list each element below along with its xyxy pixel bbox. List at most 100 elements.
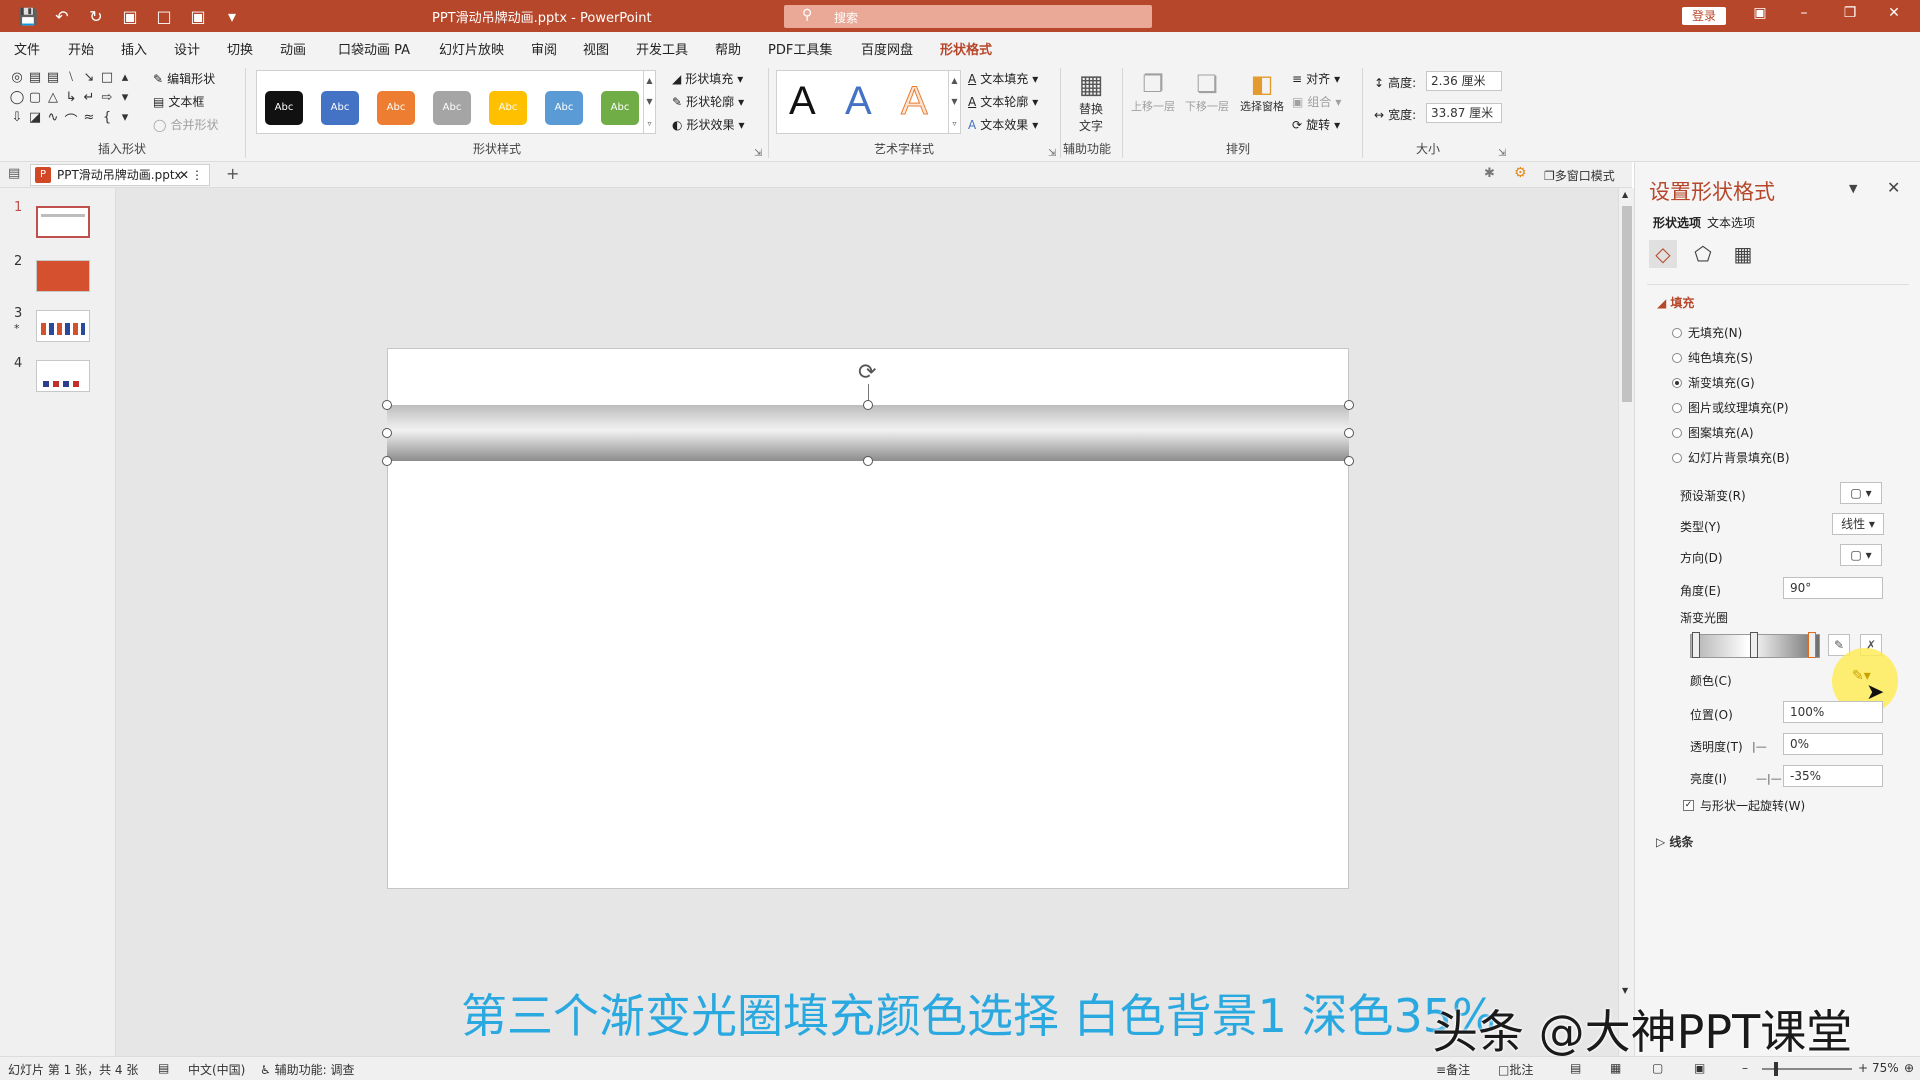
freeform-shape-icon[interactable]: ≈ <box>80 110 98 130</box>
wordart-style-orange[interactable]: A <box>901 79 929 124</box>
new-file-icon[interactable]: □ <box>154 6 174 26</box>
gallery-more-icon[interactable]: ▿ <box>952 119 956 128</box>
wordart-style-black[interactable]: A <box>789 79 816 124</box>
angle-input[interactable]: 90° <box>1783 577 1883 599</box>
alt-text-button[interactable]: ▦ 替换 文字 <box>1072 70 1110 134</box>
slide-thumbnail-4[interactable] <box>36 360 90 392</box>
notes-button[interactable]: ≡备注 <box>1436 1061 1470 1078</box>
checkbox-checked-icon[interactable]: ✓ <box>1683 800 1694 811</box>
tab-design[interactable]: 设计 <box>174 39 200 58</box>
scroll-down-icon[interactable]: ▼ <box>646 97 652 106</box>
radio-button[interactable] <box>1672 327 1682 338</box>
gradient-stop-2[interactable] <box>1750 632 1758 658</box>
pane-options-icon[interactable]: ▼ <box>1849 182 1857 195</box>
text-effects-button[interactable]: A 文本效果 ▾ <box>968 116 1038 133</box>
effects-pentagon-icon[interactable]: ⬠ <box>1689 240 1717 268</box>
textbox-shape-icon[interactable]: ▤ <box>26 70 44 90</box>
send-backward-button[interactable]: ❏ 下移一层 <box>1182 70 1232 114</box>
zoom-level[interactable]: 75% <box>1872 1061 1899 1075</box>
down-arrow-shape-icon[interactable]: ⇩ <box>8 110 26 130</box>
style-swatch-7[interactable]: Abc <box>601 91 639 125</box>
settings-gear-icon[interactable]: ⚙ <box>1514 165 1527 181</box>
radio-background-fill[interactable]: 幻灯片背景填充(B) <box>1672 449 1790 466</box>
shape-effects-button[interactable]: ◐ 形状效果 ▾ <box>672 116 745 133</box>
new-tab-icon[interactable]: + <box>226 164 239 183</box>
shape-fill-button[interactable]: ◢ 形状填充 ▾ <box>672 70 743 87</box>
rectangle-shape-icon[interactable]: □ <box>98 70 116 90</box>
tab-view[interactable]: 视图 <box>583 39 609 58</box>
slide-thumbnail-1[interactable] <box>36 206 90 238</box>
close-icon[interactable]: ✕ <box>1884 5 1904 21</box>
close-tab-icon[interactable]: ✕ <box>179 165 189 185</box>
document-tab[interactable]: P PPT滑动吊牌动画.pptx ✕ ⋮ <box>30 164 210 186</box>
rotate-handle-icon[interactable]: ⟳ <box>858 360 876 385</box>
tab-transitions[interactable]: 切换 <box>227 39 253 58</box>
normal-view-icon[interactable]: ▤ <box>1570 1061 1581 1075</box>
tab-text-options[interactable]: 文本选项 <box>1707 214 1755 231</box>
undo-icon[interactable]: ↶ <box>52 6 72 26</box>
resize-handle-top[interactable] <box>863 400 873 410</box>
style-swatch-1[interactable]: Abc <box>265 91 303 125</box>
wordart-style-blue[interactable]: A <box>845 79 872 124</box>
radio-button-selected[interactable] <box>1672 377 1682 388</box>
shape-scroll-up-icon[interactable]: ▴ <box>116 70 134 90</box>
tab-menu-icon[interactable]: ⋮ <box>191 165 203 185</box>
arc-shape-icon[interactable]: ⌒ <box>62 110 80 130</box>
resize-handle-bottom[interactable] <box>863 456 873 466</box>
align-button[interactable]: ≡ 对齐 ▾ <box>1292 70 1340 87</box>
text-box-button[interactable]: ▤ 文本框 <box>153 93 204 110</box>
language-indicator[interactable]: 中文(中国) <box>188 1061 245 1078</box>
vertical-text-shape-icon[interactable]: ▤ <box>44 70 62 90</box>
tab-slideshow[interactable]: 幻灯片放映 <box>439 39 504 58</box>
redo-icon[interactable]: ↻ <box>86 6 106 26</box>
tab-shape-format[interactable]: 形状格式 <box>940 39 993 64</box>
ellipse-shape-icon[interactable]: ◯ <box>8 90 26 110</box>
oval-shape-icon[interactable]: ◎ <box>8 70 26 90</box>
line-shape-icon[interactable]: ⧵ <box>62 70 80 90</box>
transparency-slider[interactable]: |— <box>1752 740 1767 753</box>
radio-gradient-fill[interactable]: 渐变填充(G) <box>1672 374 1755 391</box>
vertical-scrollbar[interactable]: ▲ ▼ <box>1618 188 1634 1056</box>
resize-handle-bottom-left[interactable] <box>382 456 392 466</box>
present-icon[interactable]: ▣ <box>120 6 140 26</box>
radio-button[interactable] <box>1672 402 1682 413</box>
position-input[interactable]: 100% <box>1783 701 1883 723</box>
resize-handle-top-left[interactable] <box>382 400 392 410</box>
zoom-slider-thumb[interactable] <box>1774 1062 1778 1076</box>
style-gallery-scroll[interactable]: ▲ ▼ ▿ <box>643 70 655 134</box>
fill-section-header[interactable]: ◢ 填充 <box>1657 294 1694 311</box>
multi-window-mode-button[interactable]: ❐多窗口模式 <box>1544 167 1615 184</box>
text-outline-button[interactable]: A 文本轮廓 ▾ <box>968 93 1038 110</box>
style-swatch-4[interactable]: Abc <box>433 91 471 125</box>
radio-picture-fill[interactable]: 图片或纹理填充(P) <box>1672 399 1789 416</box>
slide-thumbnail-2[interactable] <box>36 260 90 292</box>
tab-shape-options[interactable]: 形状选项 <box>1653 214 1701 231</box>
shape-gallery[interactable]: ◎ ▤ ▤ ⧵ ↘ □ ▴ ◯ ▢ △ ↳ ↵ ⇨ ▾ ⇩ ◪ ∿ ⌒ ≈ { … <box>8 70 138 132</box>
open-folder-icon[interactable]: ▣ <box>188 6 208 26</box>
customize-qat-icon[interactable]: ▾ <box>222 6 242 26</box>
connector-icon[interactable]: ↵ <box>80 90 98 110</box>
tab-developer[interactable]: 开发工具 <box>636 39 688 58</box>
zoom-out-icon[interactable]: – <box>1742 1061 1748 1075</box>
merge-shapes-button[interactable]: ◯ 合并形状 <box>153 116 218 133</box>
comments-button[interactable]: □批注 <box>1498 1061 1533 1078</box>
brightness-slider[interactable]: —|— <box>1756 772 1782 785</box>
zoom-in-icon[interactable]: + <box>1858 1061 1868 1075</box>
tab-insert[interactable]: 插入 <box>121 39 147 58</box>
resize-handle-right[interactable] <box>1344 428 1354 438</box>
save-icon[interactable]: 💾 <box>18 6 38 26</box>
curve-shape-icon[interactable]: ∿ <box>44 110 62 130</box>
tab-home[interactable]: 开始 <box>68 39 94 58</box>
transparency-input[interactable]: 0% <box>1783 733 1883 755</box>
login-button[interactable]: 登录 <box>1682 7 1726 25</box>
scroll-up-icon[interactable]: ▲ <box>951 76 957 85</box>
pane-close-icon[interactable]: ✕ <box>1887 178 1900 197</box>
shape-scroll-down-icon[interactable]: ▾ <box>116 90 134 110</box>
shape-outline-button[interactable]: ✎ 形状轮廓 ▾ <box>672 93 744 110</box>
radio-button[interactable] <box>1672 352 1682 363</box>
wordart-gallery-scroll[interactable]: ▲ ▼ ▿ <box>948 70 960 134</box>
dialog-launcher-icon[interactable]: ⇲ <box>754 148 762 159</box>
tab-review[interactable]: 审阅 <box>531 39 557 58</box>
resize-handle-left[interactable] <box>382 428 392 438</box>
scroll-up-icon[interactable]: ▲ <box>1622 190 1628 199</box>
